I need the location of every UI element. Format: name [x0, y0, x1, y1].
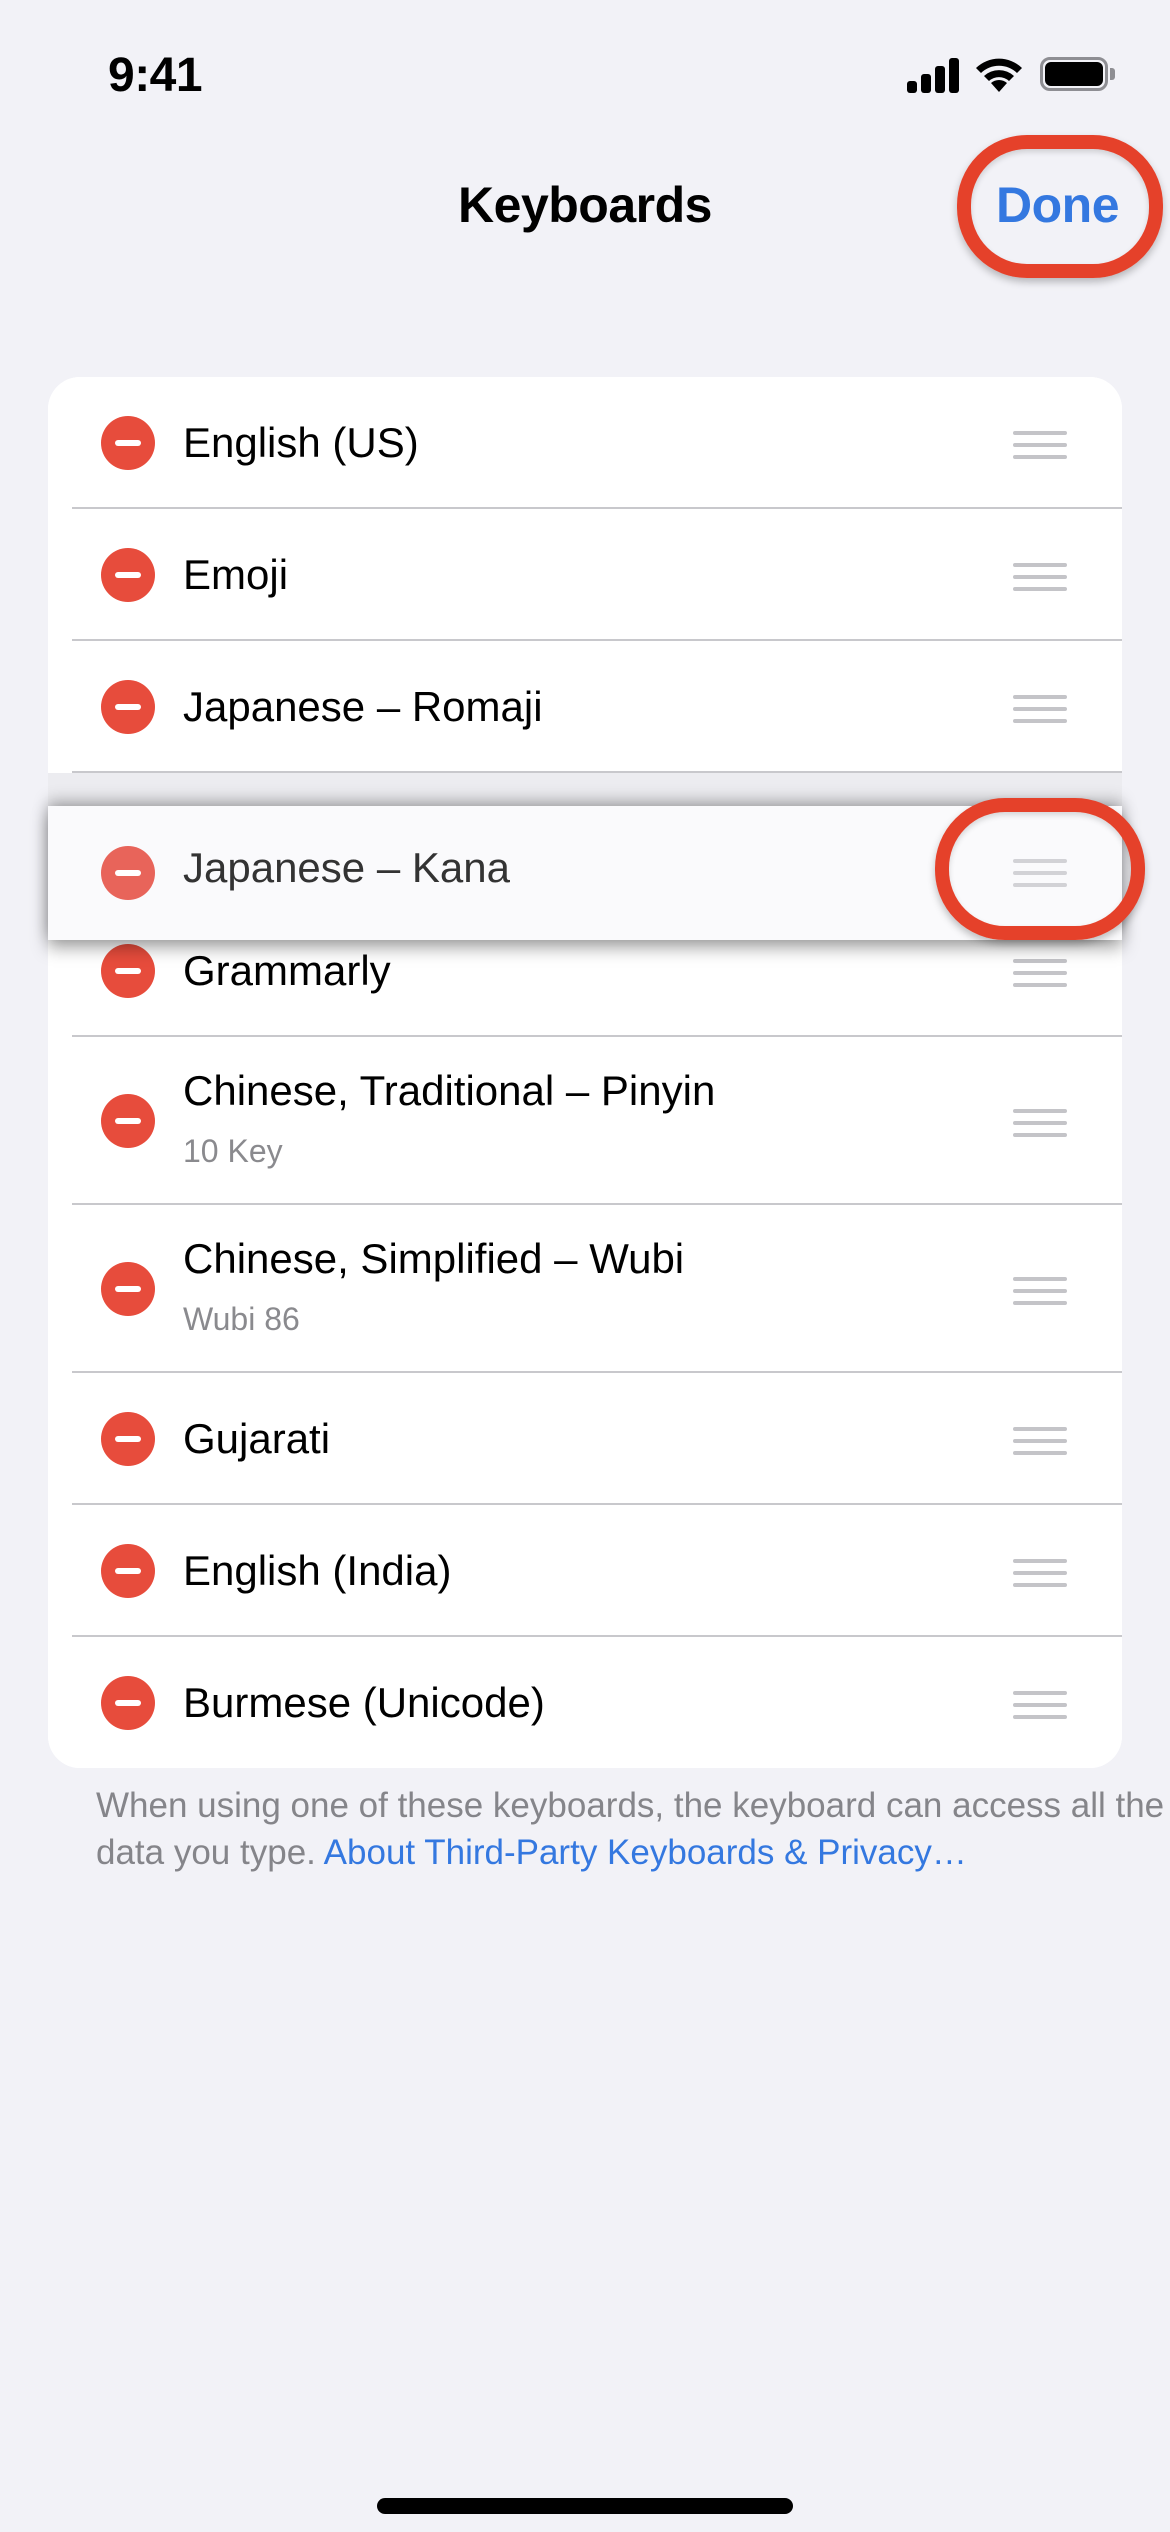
- delete-icon[interactable]: [101, 846, 155, 900]
- reorder-handle-icon[interactable]: [1013, 695, 1067, 723]
- delete-icon[interactable]: [101, 1262, 155, 1316]
- keyboard-name: Chinese, Simplified – Wubi: [183, 1235, 685, 1282]
- page-title: Keyboards: [458, 177, 712, 233]
- keyboard-name: English (US): [183, 419, 419, 466]
- delete-icon[interactable]: [101, 1676, 155, 1730]
- reorder-handle-icon[interactable]: [1013, 1559, 1067, 1587]
- keyboard-name: Emoji: [183, 551, 289, 598]
- delete-icon[interactable]: [101, 416, 155, 470]
- list-item: Burmese (Unicode): [48, 1637, 1122, 1768]
- delete-icon[interactable]: [101, 1544, 155, 1598]
- privacy-link[interactable]: About Third-Party Keyboards & Privacy…: [324, 1833, 967, 1872]
- keyboard-layout: Wubi 86: [183, 1301, 300, 1337]
- reorder-handle-icon[interactable]: [1013, 859, 1067, 887]
- keyboards-list: English (US) Emoji Japanese – Romaji Gra…: [48, 377, 1122, 1768]
- delete-icon[interactable]: [101, 680, 155, 734]
- keyboard-name: Burmese (Unicode): [183, 1679, 545, 1726]
- reorder-handle-icon[interactable]: [1013, 431, 1067, 459]
- home-indicator[interactable]: [377, 2498, 793, 2514]
- list-item: Chinese, Simplified – Wubi Wubi 86: [48, 1205, 1122, 1373]
- done-button[interactable]: Done: [996, 176, 1120, 234]
- privacy-footer: When using one of these keyboards, the k…: [96, 1782, 1166, 1876]
- list-item: Japanese – Romaji: [48, 641, 1122, 773]
- delete-icon[interactable]: [101, 1412, 155, 1466]
- reorder-handle-icon[interactable]: [1013, 1691, 1067, 1719]
- battery-icon: [1040, 57, 1115, 91]
- reorder-handle-icon[interactable]: [1013, 563, 1067, 591]
- reorder-handle-icon[interactable]: [1013, 959, 1067, 987]
- list-item: Chinese, Traditional – Pinyin 10 Key: [48, 1037, 1122, 1205]
- delete-icon[interactable]: [101, 944, 155, 998]
- keyboard-name: Grammarly: [183, 947, 391, 994]
- reorder-handle-icon[interactable]: [1013, 1277, 1067, 1305]
- list-item: English (US): [48, 377, 1122, 509]
- drop-placeholder: [48, 773, 1122, 809]
- dragging-list-item[interactable]: Japanese – Kana: [48, 806, 1122, 940]
- list-item: Emoji: [48, 509, 1122, 641]
- wifi-icon: [976, 58, 1022, 92]
- cellular-signal-icon: [907, 55, 961, 93]
- reorder-handle-icon[interactable]: [1013, 1109, 1067, 1137]
- keyboard-name: English (India): [183, 1547, 452, 1594]
- delete-icon[interactable]: [101, 1094, 155, 1148]
- keyboard-name: Gujarati: [183, 1415, 331, 1462]
- keyboard-name: Chinese, Traditional – Pinyin: [183, 1067, 716, 1114]
- status-time: 9:41: [108, 49, 203, 102]
- keyboard-name: Japanese – Romaji: [183, 683, 543, 730]
- reorder-handle-icon[interactable]: [1013, 1427, 1067, 1455]
- list-item: Gujarati: [48, 1373, 1122, 1505]
- keyboard-name: Japanese – Kana: [183, 844, 510, 891]
- keyboard-layout: 10 Key: [183, 1133, 283, 1169]
- list-item: English (India): [48, 1505, 1122, 1637]
- delete-icon[interactable]: [101, 548, 155, 602]
